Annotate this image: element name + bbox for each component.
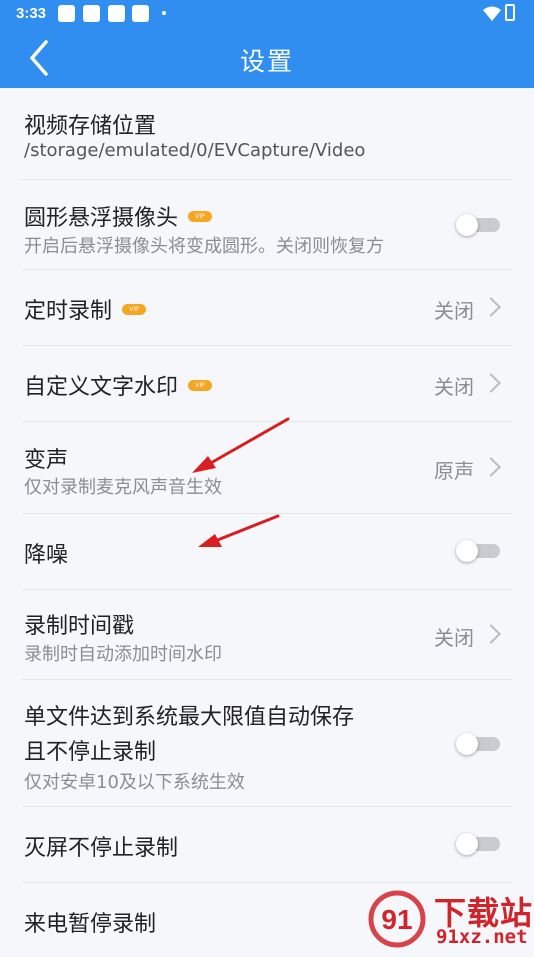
setting-title: 灭屏不停止录制: [24, 836, 179, 861]
chevron-right-icon: [481, 373, 501, 393]
notification-icon: [58, 5, 75, 22]
setting-text-watermark[interactable]: 自定义文字水印 VIP 关闭: [22, 346, 512, 422]
chevron-right-icon: [481, 457, 501, 477]
site-watermark: 91 下载站 91xz.net: [368, 888, 534, 950]
auto-save-toggle[interactable]: [456, 733, 500, 755]
notification-icon: [132, 5, 149, 22]
setting-title: 圆形悬浮摄像头 VIP: [24, 200, 213, 232]
watermark-url: 91xz.net: [436, 926, 528, 948]
toggle-knob: [456, 833, 478, 855]
vip-badge: VIP: [122, 303, 147, 315]
status-time: 3:33: [16, 5, 47, 22]
setting-title: 单文件达到系统最大限值自动保存: [24, 705, 355, 730]
annotation-arrow-voice: [192, 417, 290, 473]
chevron-right-icon: [481, 624, 501, 644]
setting-title-line2: 且不停止录制: [24, 740, 157, 765]
vip-badge: VIP: [188, 379, 213, 391]
wifi-icon: [483, 6, 501, 21]
setting-value: 原声: [434, 459, 474, 483]
toggle-knob: [456, 214, 478, 236]
svg-text:91: 91: [381, 904, 412, 935]
setting-title: 定时录制 VIP: [24, 293, 147, 325]
setting-subtitle: 仅对安卓10及以下系统生效: [24, 772, 245, 793]
status-bar: 3:33: [0, 0, 534, 28]
setting-subtitle: /storage/emulated/0/EVCapture/Video: [24, 140, 366, 161]
round-camera-toggle[interactable]: [456, 214, 500, 236]
setting-scheduled-recording[interactable]: 定时录制 VIP 关闭: [22, 270, 512, 346]
screen-off-toggle[interactable]: [456, 833, 500, 855]
battery-icon: [505, 4, 515, 21]
more-notifications-icon: [162, 11, 166, 15]
app-header: 3:33 设置: [0, 0, 534, 88]
setting-subtitle: 仅对录制麦克风声音生效: [24, 477, 222, 498]
setting-title: 变声: [24, 448, 69, 473]
setting-title: 视频存储位置: [24, 114, 157, 139]
setting-screen-off-recording: 灭屏不停止录制: [22, 807, 512, 883]
setting-title: 来电暂停录制: [24, 912, 157, 937]
toggle-knob: [456, 540, 478, 562]
setting-subtitle: 录制时自动添加时间水印: [24, 644, 222, 665]
setting-value: 关闭: [434, 375, 474, 399]
notification-icon: [83, 5, 100, 22]
notification-icon: [108, 5, 125, 22]
setting-value: 关闭: [434, 626, 474, 650]
page-title: 设置: [239, 47, 294, 76]
setting-subtitle: 开启后悬浮摄像头将变成圆形。关闭则恢复方: [24, 236, 384, 257]
watermark-logo-icon: 91: [368, 890, 426, 948]
setting-title: 降噪: [24, 543, 69, 568]
setting-title: 录制时间戳: [24, 614, 135, 639]
setting-timestamp[interactable]: 录制时间戳 录制时自动添加时间水印 关闭: [22, 590, 512, 680]
annotation-arrow-noise: [198, 514, 280, 547]
vip-badge: VIP: [188, 210, 213, 222]
setting-value: 关闭: [434, 299, 474, 323]
chevron-right-icon: [481, 297, 501, 317]
setting-title: 自定义文字水印 VIP: [24, 369, 213, 401]
setting-video-storage[interactable]: 视频存储位置 /storage/emulated/0/EVCapture/Vid…: [22, 88, 512, 180]
setting-auto-save: 单文件达到系统最大限值自动保存 且不停止录制 仅对安卓10及以下系统生效: [22, 680, 512, 807]
toggle-knob: [456, 733, 478, 755]
setting-round-camera: 圆形悬浮摄像头 VIP 开启后悬浮摄像头将变成圆形。关闭则恢复方: [22, 180, 512, 270]
noise-reduction-toggle[interactable]: [456, 540, 500, 562]
